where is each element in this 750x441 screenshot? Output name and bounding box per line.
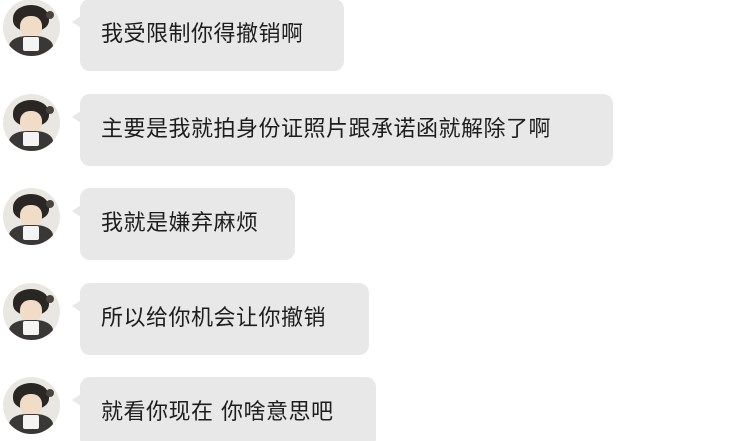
message-row: 主要是我就拍身份证照片跟承诺函就解除了啊 [0, 94, 750, 166]
message-bubble[interactable]: 主要是我就拍身份证照片跟承诺函就解除了啊 [80, 94, 613, 166]
message-row: 所以给你机会让你撤销 [0, 283, 750, 355]
message-row: 我受限制你得撤销啊 [0, 0, 750, 71]
message-bubble[interactable]: 所以给你机会让你撤销 [80, 283, 369, 355]
message-text: 主要是我就拍身份证照片跟承诺函就解除了啊 [101, 117, 552, 142]
avatar[interactable] [3, 283, 60, 340]
avatar[interactable] [3, 377, 60, 434]
avatar[interactable] [3, 94, 60, 151]
avatar[interactable] [3, 188, 60, 245]
message-text: 我就是嫌弃麻烦 [101, 211, 259, 236]
message-bubble[interactable]: 就看你现在 你啥意思吧 [80, 377, 376, 441]
message-row: 我就是嫌弃麻烦 [0, 188, 750, 260]
avatar[interactable] [3, 0, 60, 56]
chat-panel: 我受限制你得撤销啊 主要是我就拍身份证照片跟承诺函就解除了啊 我就是嫌弃麻烦 所… [0, 0, 750, 441]
message-row: 就看你现在 你啥意思吧 [0, 377, 750, 441]
message-text: 就看你现在 你啥意思吧 [101, 400, 334, 425]
message-bubble[interactable]: 我就是嫌弃麻烦 [80, 188, 295, 260]
message-bubble[interactable]: 我受限制你得撤销啊 [80, 0, 344, 71]
message-text: 所以给你机会让你撤销 [101, 306, 327, 331]
message-text: 我受限制你得撤销啊 [101, 22, 304, 47]
